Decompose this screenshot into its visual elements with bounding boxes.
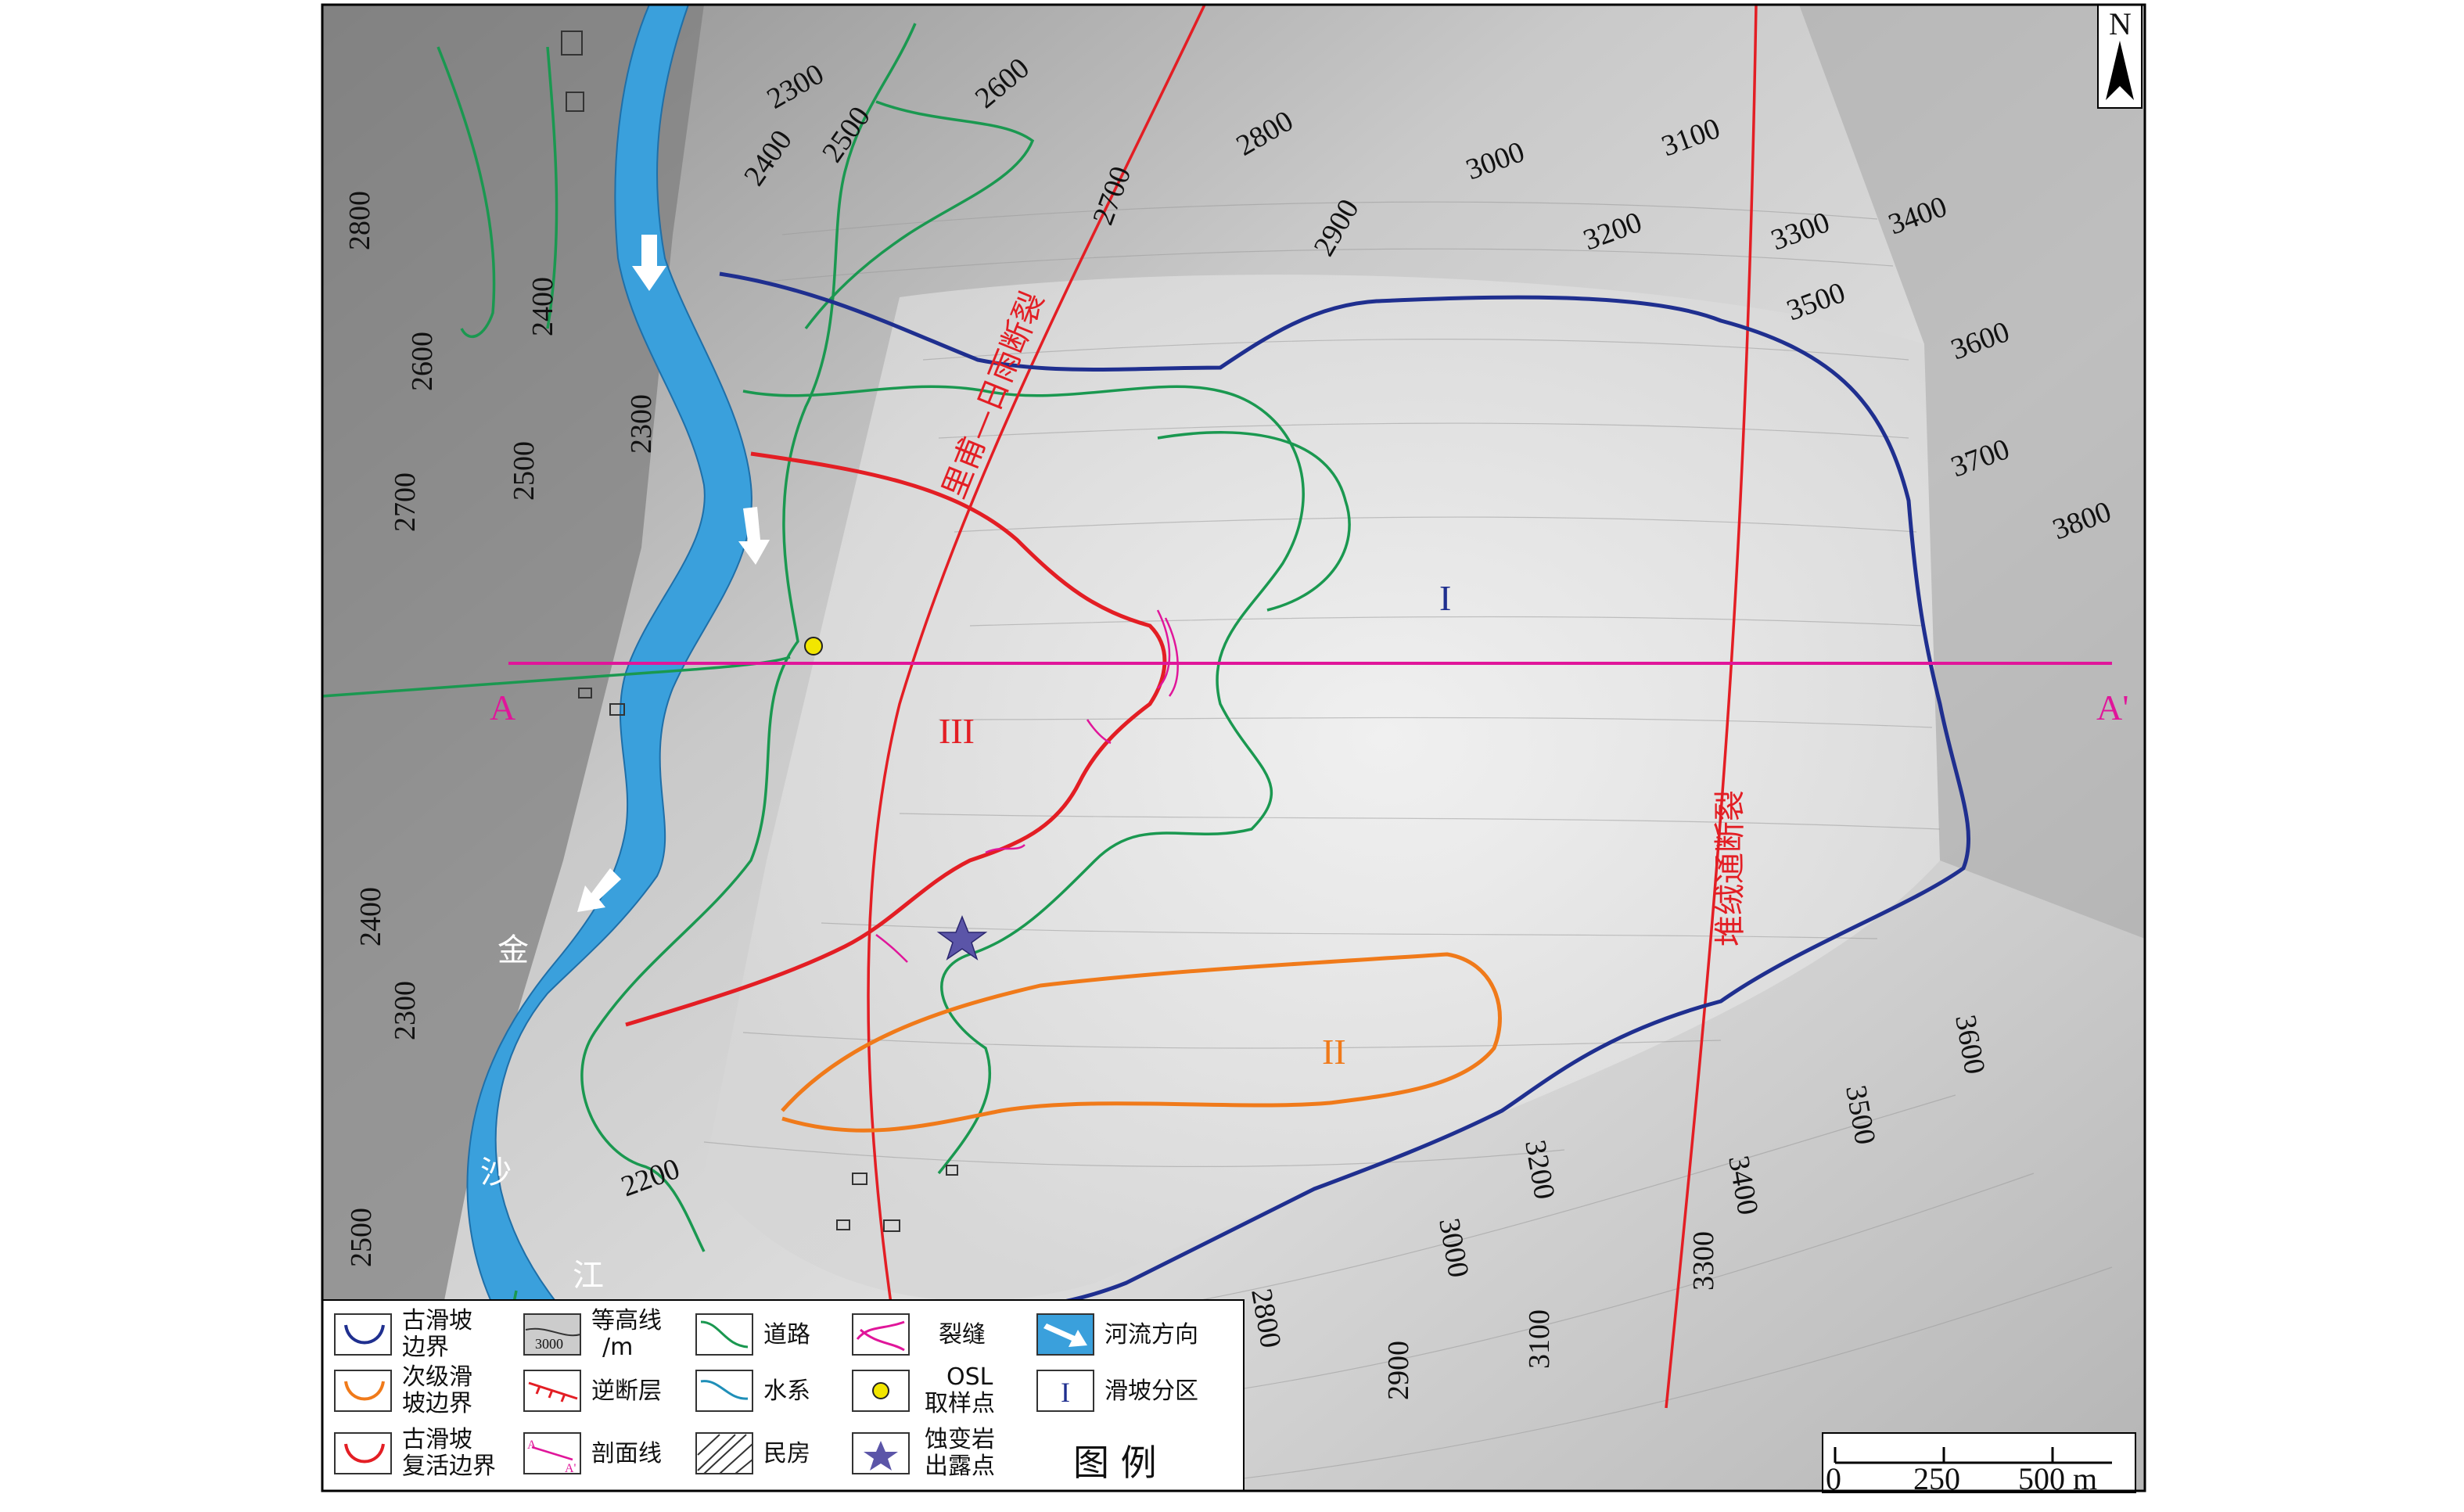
zone-label-reactivated: III — [939, 711, 975, 751]
river-label-jiang: 江 — [573, 1258, 604, 1294]
legend-title: 图 例 — [1073, 1442, 1157, 1484]
svg-text:剖面线: 剖面线 — [591, 1440, 662, 1467]
river-label-jin: 金 — [497, 932, 529, 968]
svg-text:OSL: OSL — [946, 1363, 993, 1391]
contour-label: 2400 — [354, 887, 387, 946]
contour-label: 3300 — [1687, 1231, 1720, 1291]
osl-sample-point — [804, 637, 823, 655]
zone-label-secondary: II — [1322, 1032, 1346, 1072]
contour-label: 2500 — [508, 441, 541, 501]
svg-text:等高线: 等高线 — [591, 1307, 662, 1334]
osl-sample-point-icon — [872, 1382, 889, 1399]
zone-label-main: I — [1439, 578, 1451, 618]
svg-text:河流方向: 河流方向 — [1104, 1321, 1198, 1349]
contour-label: 2500 — [345, 1208, 378, 1267]
legend: 古滑坡 边界 次级滑 坡边界 古滑坡 复活边界 3000 等高线 /m 逆断层 — [321, 1299, 1245, 1492]
svg-text:水系: 水系 — [763, 1377, 810, 1405]
north-arrow: N — [2097, 4, 2143, 109]
svg-text:古滑坡: 古滑坡 — [402, 1307, 472, 1334]
north-label: N — [2109, 6, 2132, 41]
fault-label-lower: 堆绒通断裂 — [1712, 790, 1748, 946]
contour-label: 2300 — [625, 394, 658, 454]
svg-text:复活边界: 复活边界 — [402, 1453, 496, 1480]
scale-bar: 0 250 500 m — [1822, 1432, 2136, 1496]
contour-label: 2800 — [343, 191, 376, 250]
contour-label: 2900 — [1382, 1341, 1415, 1400]
contour-label: 2700 — [389, 472, 422, 532]
landslide-zone-icon: I — [1061, 1377, 1070, 1408]
svg-text:边界: 边界 — [402, 1334, 449, 1361]
contour-label: 2600 — [406, 332, 439, 391]
contour-label: 2400 — [526, 277, 559, 336]
svg-text:古滑坡: 古滑坡 — [402, 1426, 472, 1453]
svg-text:道路: 道路 — [763, 1321, 810, 1349]
svg-text:A: A — [527, 1438, 537, 1452]
contour-label: 2300 — [389, 981, 422, 1040]
svg-text:滑坡分区: 滑坡分区 — [1104, 1377, 1198, 1405]
svg-text:民房: 民房 — [763, 1440, 810, 1467]
svg-text:次级滑: 次级滑 — [402, 1363, 472, 1391]
svg-text:逆断层: 逆断层 — [591, 1377, 662, 1405]
svg-text:3000: 3000 — [535, 1336, 563, 1352]
section-label-a-prime: A' — [2096, 688, 2129, 727]
svg-text:裂缝: 裂缝 — [939, 1321, 986, 1349]
river-label-sha: 沙 — [480, 1155, 512, 1191]
contour-label: 3100 — [1523, 1309, 1556, 1369]
svg-text:坡边界: 坡边界 — [402, 1390, 472, 1417]
svg-text:出露点: 出露点 — [925, 1453, 995, 1480]
svg-text:/m: /m — [602, 1334, 633, 1361]
svg-text:A': A' — [565, 1462, 576, 1475]
landslide-map: 2300 2400 2500 2600 2800 2700 2900 3000 … — [321, 3, 2146, 1496]
svg-text:蚀变岩: 蚀变岩 — [925, 1426, 995, 1453]
section-label-a: A — [490, 688, 515, 727]
svg-text:取样点: 取样点 — [925, 1390, 995, 1417]
